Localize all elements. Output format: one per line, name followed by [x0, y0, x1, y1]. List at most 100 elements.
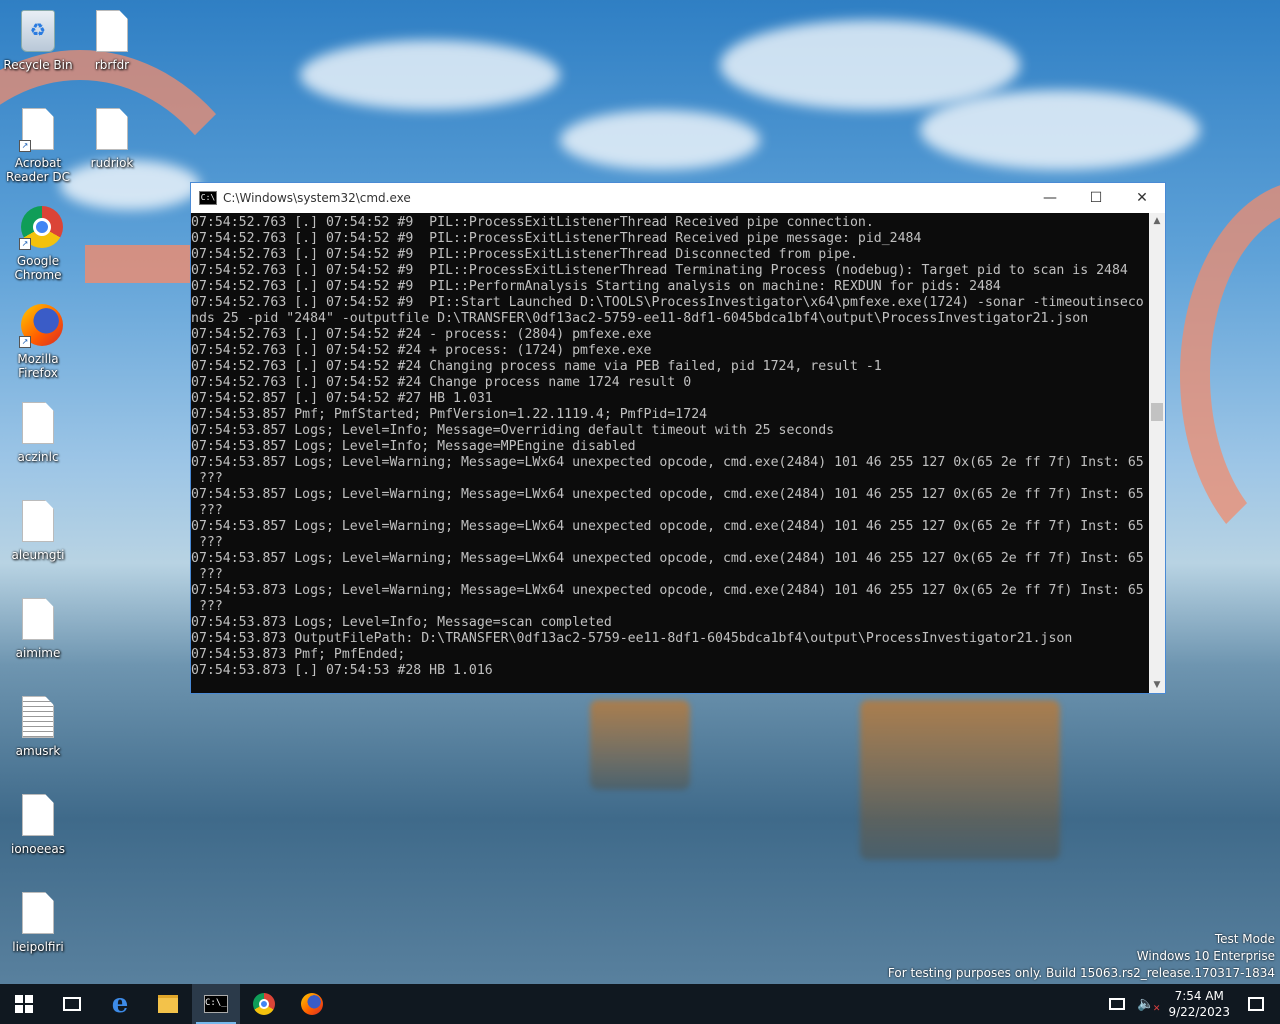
- desktop-icon-label: Acrobat Reader DC: [6, 156, 70, 184]
- console-line: 07:54:52.763 [.] 07:54:52 #9 PIL::Proces…: [191, 263, 1128, 278]
- console-line: 07:54:52.763 [.] 07:54:52 #24 - process:…: [191, 327, 652, 342]
- scroll-down-arrow-icon[interactable]: ▼: [1149, 677, 1165, 693]
- vertical-scrollbar[interactable]: ▲ ▼: [1149, 213, 1165, 693]
- chrome-icon: [253, 993, 275, 1015]
- console-line: 07:54:53.873 [.] 07:54:53 #28 HB 1.016: [191, 663, 493, 678]
- file-icon: [95, 10, 129, 54]
- file-icon: [21, 892, 55, 936]
- desktop-icon-recycle-bin[interactable]: ♻ Recycle Bin: [0, 10, 76, 72]
- console-line: ???: [191, 503, 223, 518]
- windows-logo-icon: [15, 995, 33, 1013]
- maximize-button[interactable]: ☐: [1073, 183, 1119, 213]
- desktop-icon-label: aimime: [15, 646, 61, 660]
- desktop-icon-acrobat-reader[interactable]: ↗ Acrobat Reader DC: [0, 108, 76, 184]
- task-view-button[interactable]: [48, 984, 96, 1024]
- console-line: 07:54:53.873 Logs; Level=Info; Message=s…: [191, 615, 612, 630]
- desktop-icon-label: aleumgti: [11, 548, 65, 562]
- console-line: 07:54:52.763 [.] 07:54:52 #24 + process:…: [191, 343, 652, 358]
- console-line: 07:54:53.873 Logs; Level=Warning; Messag…: [191, 583, 1144, 598]
- taskbar-file-explorer[interactable]: [144, 984, 192, 1024]
- text-file-icon: [21, 696, 55, 740]
- console-line: ???: [191, 535, 223, 550]
- close-button[interactable]: ✕: [1119, 183, 1165, 213]
- network-icon[interactable]: [1109, 998, 1126, 1010]
- minimize-button[interactable]: —: [1027, 183, 1073, 213]
- console-line: 07:54:52.763 [.] 07:54:52 #9 PI::Start L…: [191, 295, 1144, 310]
- console-line: 07:54:52.763 [.] 07:54:52 #24 Changing p…: [191, 359, 882, 374]
- system-tray: 🔈 ✕ 7:54 AM 9/22/2023: [1109, 984, 1280, 1024]
- recycle-bin-icon: ♻: [21, 10, 55, 54]
- edge-icon: e: [111, 989, 129, 1019]
- firefox-icon: ↗: [19, 304, 63, 348]
- console-line: 07:54:53.857 Logs; Level=Info; Message=M…: [191, 439, 636, 454]
- watermark-line-3: For testing purposes only. Build 15063.r…: [887, 966, 1275, 980]
- console-line: 07:54:52.763 [.] 07:54:52 #9 PIL::Perfor…: [191, 279, 1001, 294]
- console-line: 07:54:52.763 [.] 07:54:52 #24 Change pro…: [191, 375, 692, 390]
- scroll-up-arrow-icon[interactable]: ▲: [1149, 213, 1165, 229]
- test-mode-watermark: Test Mode Windows 10 Enterprise For test…: [888, 931, 1275, 982]
- console-output[interactable]: 07:54:52.763 [.] 07:54:52 #9 PIL::Proces…: [191, 213, 1149, 693]
- taskbar-edge[interactable]: e: [96, 984, 144, 1024]
- desktop-icon-label: Google Chrome: [14, 254, 62, 282]
- desktop-icon-label: aczinlc: [17, 450, 59, 464]
- console-line: 07:54:53.873 OutputFilePath: D:\TRANSFER…: [191, 631, 1073, 646]
- desktop-icon-aleumgti[interactable]: aleumgti: [0, 500, 76, 562]
- console-line: 07:54:53.857 Logs; Level=Info; Message=O…: [191, 423, 835, 438]
- desktop-icon-mozilla-firefox[interactable]: ↗ Mozilla Firefox: [0, 304, 76, 380]
- file-icon: [21, 794, 55, 838]
- desktop-icon-lieipolfiri[interactable]: lieipolfiri: [0, 892, 76, 954]
- window-titlebar[interactable]: C:\ C:\Windows\system32\cmd.exe — ☐ ✕: [191, 183, 1165, 213]
- console-line: ???: [191, 471, 223, 486]
- console-line: 07:54:53.857 Logs; Level=Warning; Messag…: [191, 487, 1144, 502]
- folder-icon: [158, 995, 178, 1013]
- file-icon: [21, 500, 55, 544]
- console-line: 07:54:53.857 Logs; Level=Warning; Messag…: [191, 519, 1144, 534]
- clock-date: 9/22/2023: [1168, 1005, 1230, 1019]
- window-title: C:\Windows\system32\cmd.exe: [223, 191, 411, 205]
- clock[interactable]: 7:54 AM 9/22/2023: [1168, 988, 1230, 1020]
- clock-time: 7:54 AM: [1174, 989, 1224, 1003]
- desktop-icon-label: rbrfdr: [94, 58, 130, 72]
- file-icon: [21, 598, 55, 642]
- file-shortcut-icon: ↗: [19, 108, 55, 152]
- taskbar-firefox[interactable]: [288, 984, 336, 1024]
- console-line: 07:54:53.857 Logs; Level=Warning; Messag…: [191, 455, 1144, 470]
- console-line: 07:54:53.873 Pmf; PmfEnded;: [191, 647, 406, 662]
- desktop-icon-label: amusrk: [15, 744, 61, 758]
- taskbar-cmd[interactable]: C:\_: [192, 984, 240, 1024]
- desktop-icon-label: rudriok: [90, 156, 134, 170]
- task-view-icon: [63, 997, 81, 1011]
- console-line: 07:54:52.763 [.] 07:54:52 #9 PIL::Proces…: [191, 215, 874, 230]
- cmd-window[interactable]: C:\ C:\Windows\system32\cmd.exe — ☐ ✕ 07…: [190, 182, 1166, 694]
- desktop-icon-ionoeeas[interactable]: ionoeeas: [0, 794, 76, 856]
- desktop-icon-amusrk[interactable]: amusrk: [0, 696, 76, 758]
- console-line: ???: [191, 567, 223, 582]
- desktop-icon-rudriok[interactable]: rudriok: [74, 108, 150, 170]
- console-line: 07:54:52.763 [.] 07:54:52 #9 PIL::Proces…: [191, 231, 922, 246]
- desktop-icon-label: lieipolfiri: [12, 940, 64, 954]
- desktop-icon-rbrfdr[interactable]: rbrfdr: [74, 10, 150, 72]
- desktop-icon-label: Mozilla Firefox: [17, 352, 59, 380]
- console-line: 07:54:52.763 [.] 07:54:52 #9 PIL::Proces…: [191, 247, 858, 262]
- console-line: nds 25 -pid "2484" -outputfile D:\TRANSF…: [191, 311, 1089, 326]
- console-line: 07:54:52.857 [.] 07:54:52 #27 HB 1.031: [191, 391, 493, 406]
- chrome-icon: ↗: [19, 206, 63, 250]
- desktop-icon-google-chrome[interactable]: ↗ Google Chrome: [0, 206, 76, 282]
- desktop-icon-aimime[interactable]: aimime: [0, 598, 76, 660]
- taskbar-chrome[interactable]: [240, 984, 288, 1024]
- file-icon: [95, 108, 129, 152]
- scrollbar-thumb[interactable]: [1151, 403, 1163, 421]
- start-button[interactable]: [0, 984, 48, 1024]
- desktop-icon-aczinlc[interactable]: aczinlc: [0, 402, 76, 464]
- cmd-app-icon: C:\: [199, 191, 217, 205]
- desktop-icon-label: ionoeeas: [11, 842, 65, 856]
- cmd-icon: C:\_: [204, 995, 228, 1013]
- desktop-icon-label: Recycle Bin: [3, 58, 73, 72]
- watermark-line-1: Test Mode: [1214, 932, 1275, 946]
- action-center-icon[interactable]: [1248, 997, 1264, 1011]
- firefox-icon: [301, 993, 323, 1015]
- file-icon: [21, 402, 55, 446]
- console-line: 07:54:53.857 Pmf; PmfStarted; PmfVersion…: [191, 407, 708, 422]
- volume-muted-icon[interactable]: 🔈 ✕: [1137, 996, 1160, 1014]
- console-line: ???: [191, 599, 223, 614]
